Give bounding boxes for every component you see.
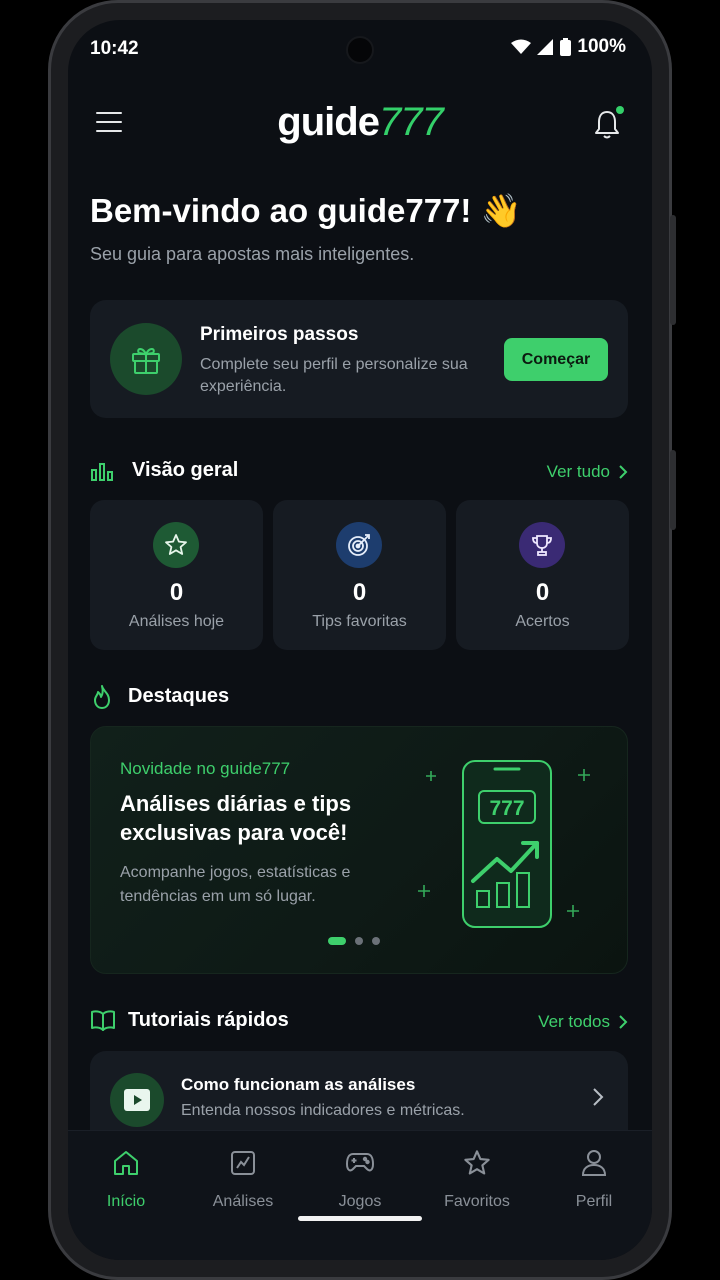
highlights-section-header: Destaques [90, 682, 628, 712]
highlight-banner[interactable]: Novidade no guide777 Análises diárias e … [90, 726, 628, 974]
volume-button [670, 215, 676, 325]
first-steps-title: Primeiros passos [200, 324, 359, 345]
wifi-icon [511, 39, 532, 54]
nav-label: Favoritos [444, 1193, 510, 1210]
overview-section-header: Visão geral Ver tudo [90, 456, 628, 486]
chevron-right-icon [619, 1015, 628, 1029]
see-all-overview-link[interactable]: Ver tudo [547, 462, 628, 482]
gamepad-icon [345, 1153, 375, 1172]
stat-card-hits[interactable]: 0 Acertos [456, 500, 629, 650]
battery-level: 100% [577, 36, 626, 57]
nav-item-analyses[interactable]: Análises [185, 1147, 301, 1211]
nav-label: Início [106, 1193, 146, 1210]
stat-label: Acertos [515, 613, 570, 630]
app-screen: 10:42 100% guide777 Bem-vindo ao guide77… [68, 20, 652, 1260]
play-video-icon [110, 1073, 164, 1127]
banner-headline: Análises diárias e tips exclusivas para … [120, 791, 352, 845]
power-button [670, 450, 676, 530]
app-header: guide777 [68, 90, 652, 160]
nav-item-games[interactable]: Jogos [302, 1147, 418, 1211]
stat-value: 0 [169, 579, 184, 606]
stat-value: 0 [352, 579, 367, 606]
welcome-subtitle: Seu guia para apostas mais inteligentes. [90, 244, 415, 264]
target-icon [336, 522, 382, 568]
welcome-title: Bem-vindo ao guide777! 👋 [90, 192, 522, 229]
user-icon [581, 1150, 607, 1176]
nav-label: Jogos [338, 1193, 382, 1210]
banner-body: Acompanhe jogos, estatísticas e tendênci… [120, 864, 351, 905]
status-time: 10:42 [90, 38, 139, 59]
trophy-icon [519, 522, 565, 568]
tutorial-title: Como funcionam as análises [181, 1075, 416, 1094]
flame-icon [94, 685, 110, 709]
app-logo: guide777 [277, 100, 443, 144]
stat-value: 0 [535, 579, 550, 606]
status-bar: 10:42 100% [68, 20, 652, 76]
gift-icon [110, 323, 182, 395]
notification-dot [616, 106, 624, 114]
stat-label: Tips favoritas [312, 613, 407, 630]
book-open-icon [91, 1010, 115, 1031]
banner-kicker: Novidade no guide777 [120, 759, 291, 778]
overview-title: Visão geral [132, 459, 239, 481]
carousel-dot[interactable] [355, 937, 363, 945]
banner-art-text: 777 [489, 797, 524, 820]
nav-item-favorites[interactable]: Favoritos [419, 1147, 535, 1211]
carousel-dot-active[interactable] [328, 937, 346, 945]
nav-label: Perfil [575, 1193, 613, 1210]
star-icon [464, 1150, 490, 1175]
front-camera [346, 36, 374, 64]
highlights-title: Destaques [128, 685, 230, 707]
nav-label: Análises [212, 1193, 274, 1210]
carousel-dot[interactable] [372, 937, 380, 945]
chevron-right-icon [593, 1088, 604, 1106]
bottom-navigation: Início Análises Jogos Favoritos Perfil [68, 1130, 652, 1260]
nav-item-profile[interactable]: Perfil [536, 1147, 652, 1211]
start-button[interactable]: Começar [504, 338, 608, 381]
phone-chart-illustration: 777 [418, 760, 590, 928]
star-icon [153, 522, 199, 568]
first-steps-description: Complete seu perfil e personalize sua ex… [200, 356, 468, 395]
tutorial-description: Entenda nossos indicadores e métricas. [181, 1102, 465, 1119]
signal-icon [537, 39, 554, 55]
chart-icon [231, 1151, 255, 1175]
home-indicator[interactable] [298, 1216, 422, 1221]
stat-card-analyses[interactable]: 0 Análises hoje [90, 500, 263, 650]
nav-item-home[interactable]: Início [68, 1147, 184, 1211]
first-steps-card: Primeiros passos Complete seu perfil e p… [90, 300, 628, 418]
tutorials-section-header: Tutoriais rápidos Ver todos [90, 1006, 628, 1036]
status-icons: 100% [511, 36, 626, 58]
chevron-right-icon [619, 465, 628, 479]
carousel-indicator[interactable] [328, 937, 380, 945]
battery-icon [560, 38, 572, 56]
bar-chart-icon [91, 463, 113, 481]
notification-bell-icon[interactable] [592, 106, 624, 140]
home-icon [114, 1151, 138, 1175]
see-all-tutorials-link[interactable]: Ver todos [538, 1012, 628, 1032]
stat-label: Análises hoje [128, 613, 225, 630]
tutorials-title: Tutoriais rápidos [128, 1009, 289, 1031]
stat-card-favorite-tips[interactable]: 0 Tips favoritas [273, 500, 446, 650]
